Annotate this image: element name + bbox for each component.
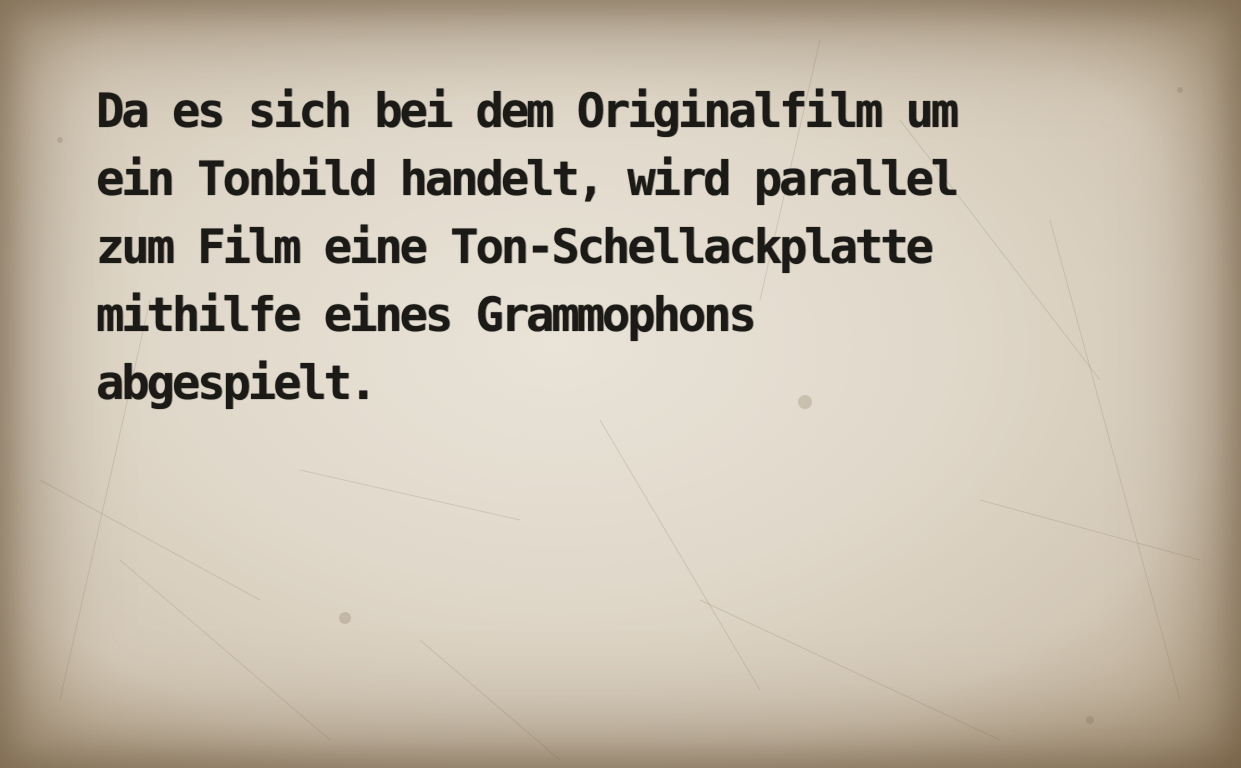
typewriter-text: Da es sich bei dem Originalfilm um ein T… — [96, 84, 959, 411]
aged-paper-background: Da es sich bei dem Originalfilm um ein T… — [0, 0, 1241, 768]
